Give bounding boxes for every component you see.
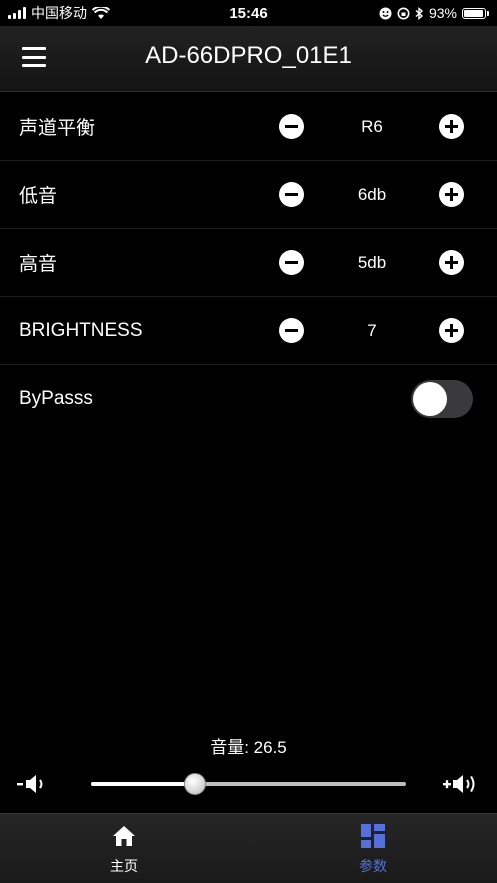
- setting-value: 6db: [357, 184, 387, 204]
- tab-label-home: 主页: [110, 858, 138, 874]
- volume-label: 音量: 26.5: [210, 738, 287, 757]
- bypass-toggle[interactable]: [411, 380, 473, 418]
- slider-fill: [91, 782, 195, 786]
- grid-icon: [361, 824, 385, 848]
- setting-value: 5db: [357, 252, 387, 272]
- status-right: 93%: [379, 5, 489, 21]
- tab-label-params: 参数: [359, 858, 387, 874]
- status-bar: 中国移动 15:46 93%: [0, 0, 497, 26]
- decrease-treble-button[interactable]: [279, 250, 304, 275]
- setting-value: 7: [367, 320, 377, 340]
- tab-params[interactable]: 参数: [249, 814, 497, 883]
- tab-bar: 主页 参数: [0, 813, 497, 883]
- battery-percent: 93%: [428, 5, 457, 21]
- setting-value: R6: [361, 116, 383, 136]
- page-title: AD-66DPRO_01E1: [145, 42, 352, 69]
- face-icon: [379, 7, 392, 19]
- app-screen: 中国移动 15:46 93% AD-66DPRO_01E1 声道平衡 R6 低音…: [0, 0, 497, 883]
- setting-label: ByPasss: [19, 388, 93, 409]
- decrease-brightness-button[interactable]: [279, 318, 304, 343]
- carrier-label: 中国移动: [31, 5, 87, 21]
- tab-home[interactable]: 主页: [0, 814, 248, 883]
- home-icon: [113, 826, 135, 846]
- toggle-knob: [413, 382, 447, 416]
- setting-row-bypass: ByPasss: [0, 365, 497, 433]
- cellular-signal-icon: [8, 7, 26, 19]
- bluetooth-icon: [415, 6, 424, 20]
- increase-brightness-button[interactable]: [439, 318, 464, 343]
- volume-down-icon[interactable]: [16, 772, 52, 796]
- decrease-bass-button[interactable]: [279, 182, 304, 207]
- setting-label: BRIGHTNESS: [19, 319, 143, 341]
- status-time: 15:46: [229, 4, 268, 22]
- rotation-lock-icon: [397, 7, 410, 19]
- battery-icon: [462, 7, 489, 19]
- app-header: AD-66DPRO_01E1: [0, 26, 497, 92]
- increase-balance-button[interactable]: [439, 114, 464, 139]
- increase-bass-button[interactable]: [439, 182, 464, 207]
- volume-up-icon[interactable]: [443, 772, 479, 796]
- decrease-balance-button[interactable]: [279, 114, 304, 139]
- volume-slider[interactable]: [91, 770, 406, 798]
- setting-label: 低音: [19, 186, 58, 207]
- setting-row-brightness: BRIGHTNESS 7: [0, 297, 497, 365]
- setting-label: 声道平衡: [19, 118, 96, 139]
- setting-label: 高音: [19, 254, 58, 275]
- wifi-icon: [92, 6, 110, 19]
- setting-row-bass: 低音 6db: [0, 161, 497, 229]
- setting-row-treble: 高音 5db: [0, 229, 497, 297]
- increase-treble-button[interactable]: [439, 250, 464, 275]
- settings-list: 声道平衡 R6 低音 6db 高音 5db BRIGHTNESS 7 ByPas…: [0, 93, 497, 433]
- setting-row-balance: 声道平衡 R6: [0, 93, 497, 161]
- status-left: 中国移动: [8, 3, 110, 23]
- slider-thumb[interactable]: [183, 773, 206, 795]
